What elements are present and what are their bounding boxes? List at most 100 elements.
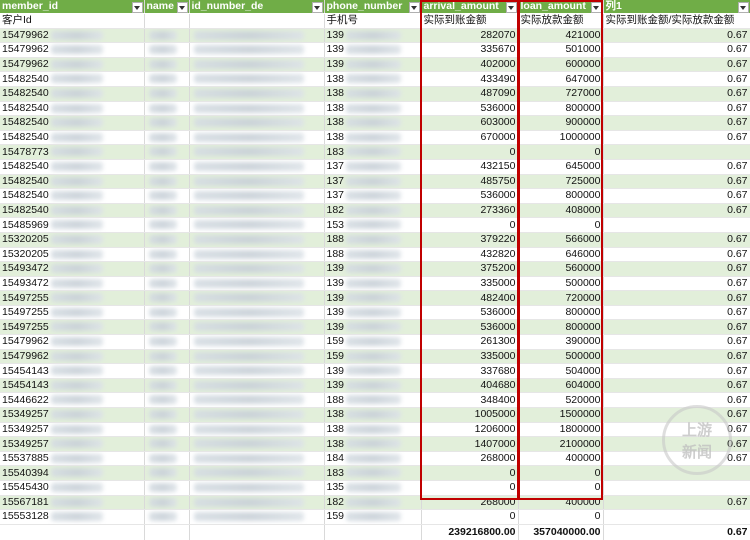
filter-dropdown-icon[interactable] — [311, 2, 323, 13]
arrival-amount-cell[interactable]: 1005000 — [421, 407, 519, 423]
filter-dropdown-icon[interactable] — [590, 2, 602, 13]
arrival-amount-cell[interactable]: 485750 — [421, 174, 519, 190]
ratio-cell[interactable]: 0.67 — [603, 188, 750, 204]
name-cell[interactable] — [144, 334, 190, 350]
phone-cell[interactable]: 139 — [324, 378, 422, 394]
phone-cell[interactable]: 159 — [324, 509, 422, 525]
name-cell[interactable] — [144, 159, 190, 175]
ratio-cell[interactable] — [603, 144, 750, 160]
arrival-amount-cell[interactable]: 348400 — [421, 392, 519, 409]
id-number-cell[interactable] — [189, 28, 325, 44]
loan-amount-cell[interactable]: 647000 — [518, 71, 604, 87]
name-cell[interactable] — [144, 276, 190, 292]
phone-cell[interactable]: 138 — [324, 407, 422, 423]
loan-amount-cell[interactable]: 504000 — [518, 363, 604, 379]
phone-cell[interactable]: 138 — [324, 436, 422, 452]
member-id-cell[interactable]: 15446622 — [0, 392, 145, 409]
phone-cell[interactable]: 139 — [324, 261, 422, 277]
arrival-amount-cell[interactable]: 0 — [421, 480, 519, 496]
ratio-cell[interactable]: 0.67 — [603, 174, 750, 190]
arrival-amount-cell[interactable]: 268000 — [421, 451, 519, 467]
loan-amount-cell[interactable]: 421000 — [518, 28, 604, 44]
name-cell[interactable] — [144, 188, 190, 204]
header-member-id[interactable]: member_id — [0, 0, 145, 14]
member-id-cell[interactable]: 15482540 — [0, 71, 145, 87]
filter-dropdown-icon[interactable] — [176, 2, 188, 13]
id-number-cell[interactable] — [189, 188, 325, 204]
arrival-amount-cell[interactable]: 603000 — [421, 115, 519, 131]
phone-cell[interactable]: 188 — [324, 392, 422, 409]
name-cell[interactable] — [144, 86, 190, 102]
phone-cell[interactable]: 184 — [324, 451, 422, 467]
arrival-amount-cell[interactable]: 261300 — [421, 334, 519, 350]
phone-cell[interactable]: 159 — [324, 349, 422, 365]
arrival-amount-cell[interactable]: 335000 — [421, 349, 519, 365]
phone-cell[interactable]: 137 — [324, 174, 422, 190]
name-cell[interactable] — [144, 57, 190, 73]
member-id-cell[interactable]: 15320205 — [0, 247, 145, 263]
ratio-cell[interactable]: 0.67 — [603, 290, 750, 306]
loan-amount-cell[interactable]: 600000 — [518, 57, 604, 73]
arrival-amount-cell[interactable]: 433490 — [421, 71, 519, 87]
totals-empty[interactable] — [144, 524, 190, 540]
filter-dropdown-icon[interactable] — [505, 2, 517, 13]
name-cell[interactable] — [144, 71, 190, 87]
id-number-cell[interactable] — [189, 407, 325, 423]
id-number-cell[interactable] — [189, 319, 325, 336]
ratio-cell[interactable]: 0.67 — [603, 203, 750, 219]
id-number-cell[interactable] — [189, 203, 325, 219]
arrival-amount-cell[interactable]: 482400 — [421, 290, 519, 306]
phone-cell[interactable]: 139 — [324, 276, 422, 292]
member-id-cell[interactable]: 15478773 — [0, 144, 145, 160]
id-number-cell[interactable] — [189, 334, 325, 350]
ratio-cell[interactable] — [603, 509, 750, 525]
id-number-cell[interactable] — [189, 261, 325, 277]
member-id-cell[interactable]: 15545430 — [0, 480, 145, 496]
member-id-cell[interactable]: 15482540 — [0, 101, 145, 117]
arrival-amount-cell[interactable]: 402000 — [421, 57, 519, 73]
id-number-cell[interactable] — [189, 392, 325, 409]
name-cell[interactable] — [144, 174, 190, 190]
member-id-cell[interactable]: 15482540 — [0, 188, 145, 204]
arrival-amount-cell[interactable]: 536000 — [421, 101, 519, 117]
arrival-amount-cell[interactable]: 670000 — [421, 130, 519, 146]
name-cell[interactable] — [144, 378, 190, 394]
total-ratio[interactable]: 0.67 — [603, 524, 750, 540]
phone-cell[interactable]: 138 — [324, 86, 422, 102]
id-number-cell[interactable] — [189, 42, 325, 58]
name-cell[interactable] — [144, 319, 190, 336]
ratio-cell[interactable]: 0.67 — [603, 57, 750, 73]
phone-cell[interactable]: 183 — [324, 465, 422, 481]
loan-amount-cell[interactable]: 566000 — [518, 232, 604, 248]
header-column1[interactable]: 列1 — [603, 0, 750, 14]
id-number-cell[interactable] — [189, 71, 325, 87]
phone-cell[interactable]: 139 — [324, 363, 422, 379]
member-id-cell[interactable]: 15493472 — [0, 276, 145, 292]
member-id-cell[interactable]: 15479962 — [0, 42, 145, 58]
phone-cell[interactable]: 138 — [324, 115, 422, 131]
name-cell[interactable] — [144, 261, 190, 277]
name-cell[interactable] — [144, 217, 190, 233]
ratio-cell[interactable]: 0.67 — [603, 349, 750, 365]
total-loan[interactable]: 357040000.00 — [518, 524, 604, 540]
phone-cell[interactable]: 137 — [324, 159, 422, 175]
phone-cell[interactable]: 139 — [324, 319, 422, 336]
member-id-cell[interactable]: 15320205 — [0, 232, 145, 248]
id-number-cell[interactable] — [189, 159, 325, 175]
name-cell[interactable] — [144, 422, 190, 438]
ratio-cell[interactable]: 0.67 — [603, 130, 750, 146]
phone-cell[interactable]: 139 — [324, 28, 422, 44]
header-arrival-amount[interactable]: arrival_amount — [421, 0, 519, 14]
arrival-amount-cell[interactable]: 335000 — [421, 276, 519, 292]
member-id-cell[interactable]: 15567181 — [0, 495, 145, 511]
member-id-cell[interactable]: 15482540 — [0, 159, 145, 175]
id-number-cell[interactable] — [189, 217, 325, 233]
arrival-amount-cell[interactable]: 268000 — [421, 495, 519, 511]
member-id-cell[interactable]: 15479962 — [0, 57, 145, 73]
member-id-cell[interactable]: 15493472 — [0, 261, 145, 277]
ratio-cell[interactable]: 0.67 — [603, 28, 750, 44]
ratio-cell[interactable]: 0.67 — [603, 334, 750, 350]
arrival-amount-cell[interactable]: 273360 — [421, 203, 519, 219]
member-id-cell[interactable]: 15349257 — [0, 422, 145, 438]
loan-amount-cell[interactable]: 720000 — [518, 290, 604, 306]
